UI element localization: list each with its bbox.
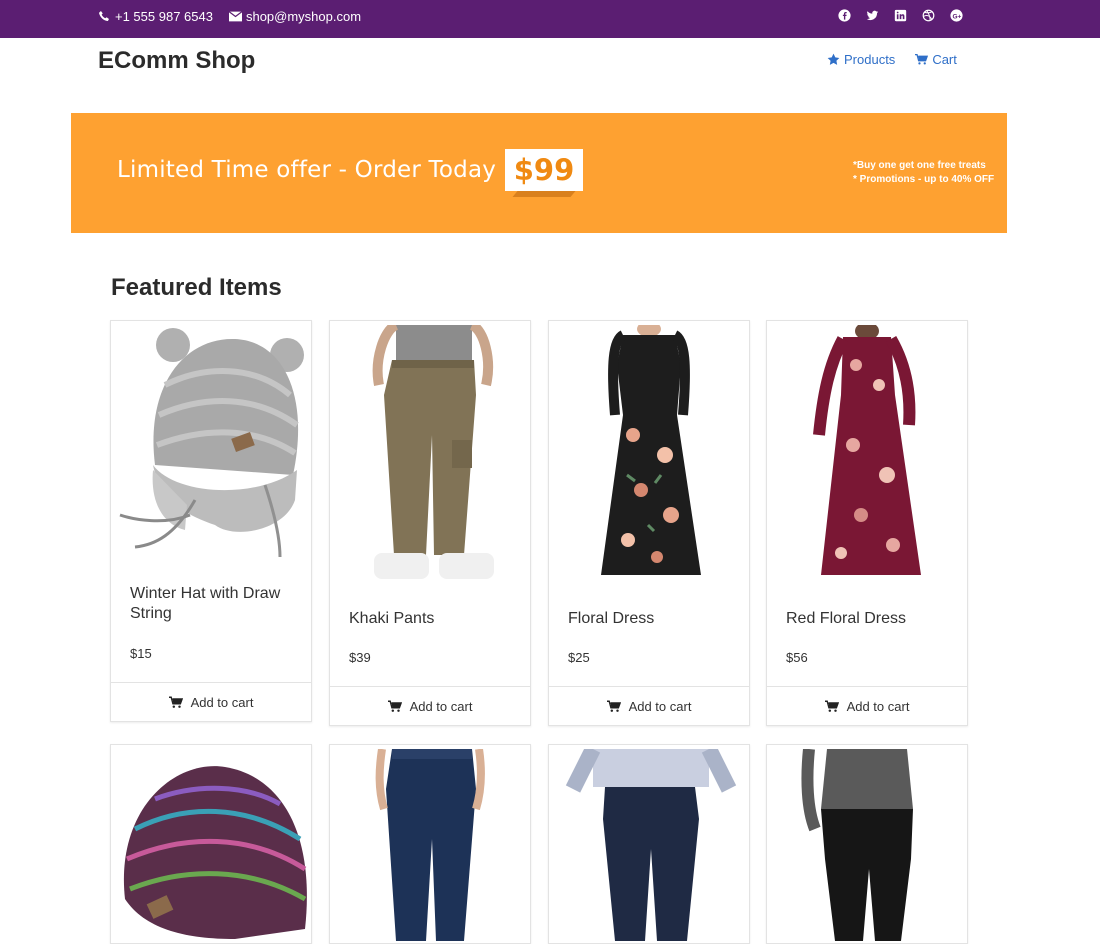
phone-icon (98, 10, 109, 21)
product-name[interactable]: Khaki Pants (349, 609, 519, 629)
brand-logo[interactable]: EComm Shop (98, 47, 255, 75)
add-to-cart-label: Add to cart (846, 699, 910, 714)
facebook-icon[interactable] (838, 9, 851, 22)
phone-number: +1 555 987 6543 (115, 9, 213, 24)
nav-products-label: Products (844, 52, 896, 67)
envelope-icon (228, 11, 242, 22)
banner-notes: *Buy one get one free treats * Promotion… (853, 159, 994, 187)
knit-beanie-image (123, 766, 307, 939)
black-pants-image (801, 749, 913, 941)
banner-note-1: *Buy one get one free treats (853, 160, 986, 171)
add-to-cart-button[interactable]: Add to cart (330, 686, 530, 726)
blue-jeans-image (375, 749, 485, 941)
navy-trousers-image (565, 749, 737, 941)
banner-note-2: * Promotions - up to 40% OFF (853, 174, 995, 185)
product-image[interactable] (115, 325, 307, 561)
product-card: Floral Dress $25 Add to cart (548, 320, 750, 726)
product-card (110, 744, 312, 944)
add-to-cart-button[interactable]: Add to cart (767, 686, 967, 726)
twitter-icon[interactable] (866, 9, 879, 22)
product-price: $15 (130, 646, 152, 661)
cart-icon (606, 700, 621, 712)
winter-hat-image (119, 328, 304, 558)
product-image[interactable] (115, 749, 307, 941)
add-to-cart-label: Add to cart (409, 699, 473, 714)
cart-icon (168, 696, 183, 708)
red-floral-dress-image (813, 325, 921, 575)
add-to-cart-label: Add to cart (190, 695, 254, 710)
banner-price: $99 (505, 149, 583, 191)
email-address: shop@myshop.com (245, 9, 362, 24)
product-card: Winter Hat with Draw String $15 Add to c… (110, 320, 312, 722)
add-to-cart-button[interactable]: Add to cart (549, 686, 749, 726)
product-name[interactable]: Floral Dress (568, 609, 738, 629)
featured-heading: Featured Items (111, 274, 282, 301)
add-to-cart-label: Add to cart (628, 699, 692, 714)
star-icon (827, 53, 840, 65)
cart-icon (387, 700, 402, 712)
floral-dress-image (601, 325, 701, 575)
product-image[interactable] (771, 749, 963, 941)
contact-info: +1 555 987 6543 shop@myshop.com (98, 9, 361, 24)
product-card (548, 744, 750, 944)
top-bar: +1 555 987 6543 shop@myshop.com G+ (0, 0, 1100, 38)
google-plus-icon[interactable]: G+ (950, 9, 963, 22)
social-links: G+ (838, 9, 963, 22)
email-contact[interactable]: shop@myshop.com (228, 9, 362, 24)
main-nav: Products Cart (827, 52, 957, 67)
product-card (329, 744, 531, 944)
product-card (766, 744, 968, 944)
promo-banner[interactable]: Limited Time offer - Order Today For $99… (71, 113, 1007, 233)
product-price: $56 (786, 650, 808, 665)
product-image[interactable] (771, 325, 963, 581)
nav-products-link[interactable]: Products (827, 52, 895, 67)
add-to-cart-button[interactable]: Add to cart (111, 682, 311, 722)
product-price: $25 (568, 650, 590, 665)
product-image[interactable] (553, 749, 745, 941)
nav-cart-label: Cart (932, 52, 957, 67)
banner-headline: Limited Time offer - Order Today For (117, 157, 541, 183)
nav-cart-link[interactable]: Cart (915, 52, 957, 67)
product-image[interactable] (334, 325, 526, 581)
product-image[interactable] (334, 749, 526, 941)
product-card: Red Floral Dress $56 Add to cart (766, 320, 968, 726)
svg-text:G+: G+ (952, 13, 961, 20)
product-image[interactable] (553, 325, 745, 581)
khaki-pants-image (372, 325, 494, 579)
cart-icon (915, 53, 929, 65)
product-name[interactable]: Winter Hat with Draw String (130, 584, 300, 624)
dribbble-icon[interactable] (922, 9, 935, 22)
product-card: Khaki Pants $39 Add to cart (329, 320, 531, 726)
phone-contact[interactable]: +1 555 987 6543 (98, 9, 213, 24)
product-name[interactable]: Red Floral Dress (786, 609, 956, 629)
cart-icon (824, 700, 839, 712)
product-price: $39 (349, 650, 371, 665)
price-tag-shadow (512, 191, 576, 197)
linkedin-icon[interactable] (894, 9, 907, 22)
